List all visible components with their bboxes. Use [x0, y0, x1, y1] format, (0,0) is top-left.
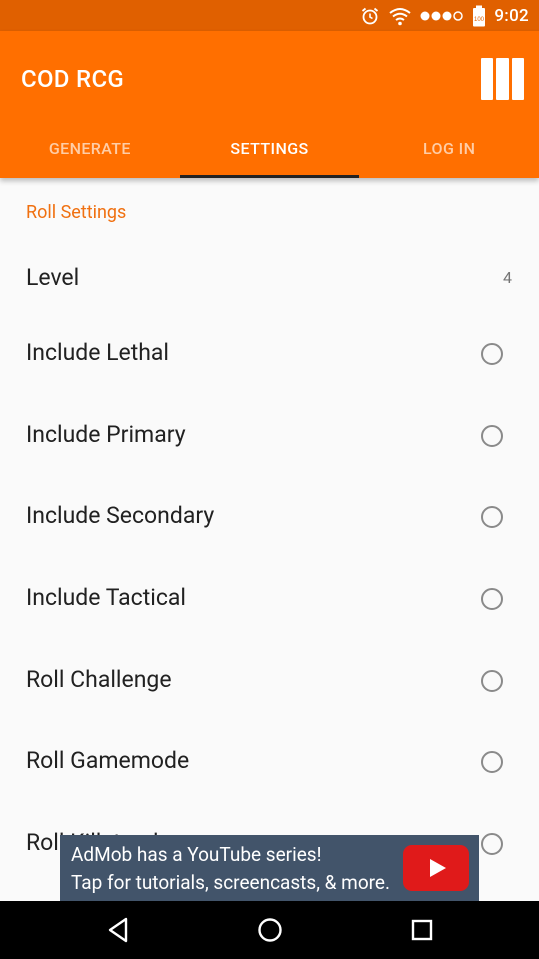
wifi-icon — [389, 7, 411, 25]
signal-icon — [420, 10, 464, 21]
ad-subline: Tap for tutorials, screencasts, & more. — [71, 871, 391, 894]
tab-log-in[interactable]: LOG IN — [359, 118, 539, 178]
menu-column — [481, 58, 494, 100]
setting-label: Include Secondary — [26, 502, 215, 529]
recents-icon[interactable] — [392, 901, 452, 959]
setting-include-secondary[interactable]: Include Secondary — [0, 477, 539, 559]
youtube-play-icon[interactable] — [403, 845, 469, 891]
radio-button[interactable] — [481, 833, 503, 855]
app-title: COD RCG — [21, 65, 125, 93]
home-icon[interactable] — [240, 901, 300, 959]
settings-list[interactable]: Roll Settings Level 4 Include Lethal Inc… — [0, 178, 539, 901]
menu-column — [511, 58, 524, 100]
status-bar: 100 9:02 — [0, 0, 539, 31]
radio-button[interactable] — [481, 751, 503, 773]
setting-roll-gamemode[interactable]: Roll Gamemode — [0, 722, 539, 804]
status-icons: 100 9:02 — [360, 0, 529, 31]
tab-settings[interactable]: SETTINGS — [179, 118, 360, 178]
app-bar: COD RCG GENERATE SETTINGS LOG IN — [0, 31, 539, 178]
radio-button[interactable] — [481, 670, 503, 692]
radio-button[interactable] — [481, 343, 503, 365]
menu-column — [496, 58, 509, 100]
setting-roll-challenge[interactable]: Roll Challenge — [0, 641, 539, 723]
play-triangle — [430, 859, 446, 877]
section-header: Roll Settings — [26, 202, 127, 223]
radio-button[interactable] — [481, 506, 503, 528]
radio-button[interactable] — [481, 425, 503, 447]
setting-label: Include Lethal — [26, 339, 170, 366]
radio-button[interactable] — [481, 588, 503, 610]
ad-banner[interactable]: AdMob has a YouTube series! Tap for tuto… — [60, 835, 479, 901]
alarm-icon — [362, 7, 379, 24]
setting-label: Include Primary — [26, 421, 186, 448]
tab-bar: GENERATE SETTINGS LOG IN — [0, 118, 539, 178]
setting-label: Roll Challenge — [26, 666, 172, 693]
setting-include-lethal[interactable]: Include Lethal — [0, 314, 539, 396]
back-icon[interactable] — [88, 901, 148, 959]
level-value: 4 — [503, 268, 512, 287]
menu-columns-icon[interactable] — [481, 58, 524, 100]
setting-label: Include Tactical — [26, 584, 186, 611]
ad-headline: AdMob has a YouTube series! — [71, 843, 322, 866]
setting-include-tactical[interactable]: Include Tactical — [0, 559, 539, 641]
status-time: 9:02 — [494, 5, 529, 26]
battery-level: 100 — [474, 17, 485, 23]
setting-include-primary[interactable]: Include Primary — [0, 396, 539, 478]
tab-generate[interactable]: GENERATE — [0, 118, 180, 178]
setting-label: Roll Gamemode — [26, 747, 190, 774]
level-setting[interactable]: Level 4 — [0, 244, 539, 312]
battery-icon: 100 — [473, 5, 486, 26]
level-label: Level — [26, 264, 80, 291]
navigation-bar — [0, 901, 539, 959]
